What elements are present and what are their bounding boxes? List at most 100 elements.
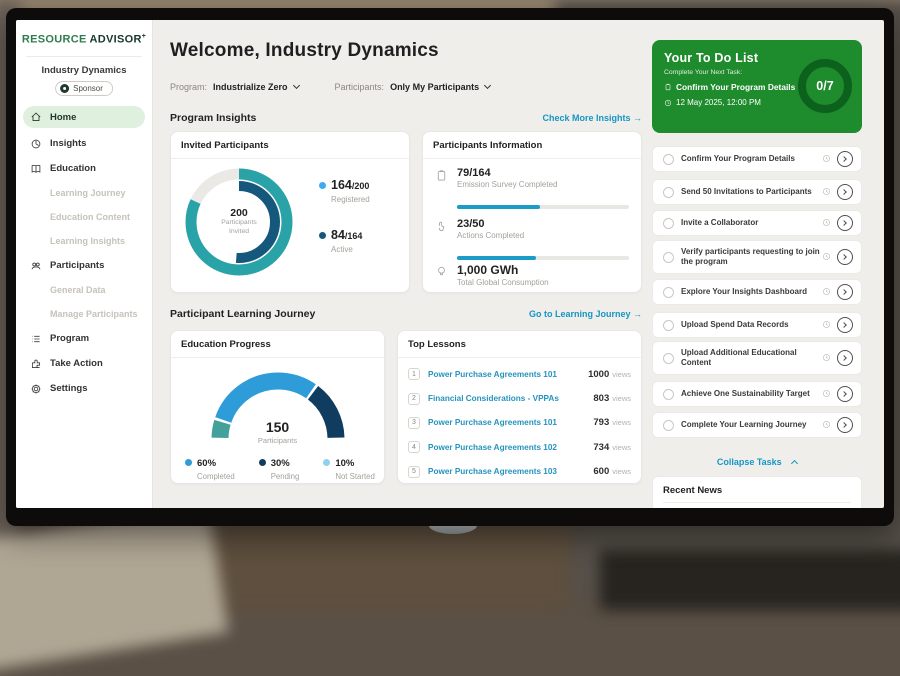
legend-value: 30% bbox=[271, 458, 290, 469]
todo-item-label: Invite a Collaborator bbox=[681, 218, 822, 228]
open-task-button[interactable] bbox=[837, 317, 853, 333]
open-task-button[interactable] bbox=[837, 249, 853, 265]
clock-icon bbox=[822, 385, 831, 403]
rank-badge: 2 bbox=[408, 393, 420, 405]
puzzle-icon bbox=[30, 358, 42, 370]
todo-item-label: Explore Your Insights Dashboard bbox=[681, 287, 822, 297]
link-label: Check More Insights bbox=[542, 113, 630, 123]
sidebar-item-take-action[interactable]: Take Action bbox=[16, 351, 152, 376]
sidebar-item-program[interactable]: Program bbox=[16, 326, 152, 351]
lesson-link[interactable]: Power Purchase Agreements 103 bbox=[428, 467, 593, 476]
todo-item-label: Achieve One Sustainability Target bbox=[681, 389, 822, 399]
education-progress-card: Education Progress 150 Participants 60% … bbox=[170, 330, 385, 484]
chevron-up-icon bbox=[791, 460, 798, 467]
check-more-insights-link[interactable]: Check More Insights → bbox=[542, 113, 642, 123]
todo-progress-ring: 0/7 bbox=[798, 59, 852, 113]
sponsor-badge[interactable]: Sponsor bbox=[55, 81, 113, 96]
program-insights-header: Program Insights Check More Insights → bbox=[170, 112, 642, 124]
clock-icon bbox=[664, 99, 672, 107]
legend-item-completed: 60% Completed bbox=[185, 453, 235, 481]
collapse-tasks-link[interactable]: Collapse Tasks bbox=[652, 452, 862, 470]
views-count: 734 bbox=[593, 442, 609, 453]
todo-item[interactable]: Upload Spend Data Records bbox=[652, 312, 862, 338]
todo-item[interactable]: Invite a Collaborator bbox=[652, 210, 862, 236]
lesson-link[interactable]: Financial Considerations - VPPAs bbox=[428, 394, 593, 403]
lesson-link[interactable]: Power Purchase Agreements 101 bbox=[428, 418, 593, 427]
open-task-button[interactable] bbox=[837, 215, 853, 231]
logo-plus: + bbox=[142, 33, 146, 40]
lesson-link[interactable]: Power Purchase Agreements 102 bbox=[428, 443, 593, 452]
clock-icon bbox=[822, 183, 831, 201]
lesson-row: 3 Power Purchase Agreements 101 793 view… bbox=[398, 411, 641, 435]
todo-item[interactable]: Confirm Your Program Details bbox=[652, 146, 862, 172]
sidebar-item-insights[interactable]: Insights bbox=[16, 131, 152, 156]
next-task-label: Confirm Your Program Details bbox=[676, 82, 795, 92]
checkbox[interactable] bbox=[663, 389, 674, 400]
open-task-button[interactable] bbox=[837, 350, 853, 366]
chevron-down-icon bbox=[484, 82, 491, 89]
checkbox[interactable] bbox=[663, 218, 674, 229]
todo-panel: Your To Do List Complete Your Next Task:… bbox=[652, 20, 862, 508]
legend-dot bbox=[319, 182, 326, 189]
arrow-right-icon: → bbox=[633, 113, 642, 123]
info-value: 1,000 GWh bbox=[457, 263, 629, 277]
participants-select[interactable]: Participants:Only My Participants bbox=[335, 82, 491, 92]
rank-badge: 1 bbox=[408, 368, 420, 380]
donut-center-label: 200 Participants Invited bbox=[181, 164, 297, 280]
todo-item[interactable]: Verify participants requesting to join t… bbox=[652, 240, 862, 274]
sidebar-item-home[interactable]: Home bbox=[23, 106, 145, 128]
lesson-row: 1 Power Purchase Agreements 101 1000 vie… bbox=[398, 362, 641, 386]
todo-summary-card: Your To Do List Complete Your Next Task:… bbox=[652, 40, 862, 133]
lesson-row: 4 Power Purchase Agreements 102 734 view… bbox=[398, 435, 641, 459]
checkbox[interactable] bbox=[663, 187, 674, 198]
clipboard-icon bbox=[435, 169, 448, 182]
monitor-bezel: RESOURCE ADVISOR+ Industry Dynamics Spon… bbox=[6, 8, 894, 526]
open-task-button[interactable] bbox=[837, 151, 853, 167]
todo-item-label: Complete Your Learning Journey bbox=[681, 420, 822, 430]
open-task-button[interactable] bbox=[837, 386, 853, 402]
clock-icon bbox=[822, 248, 831, 266]
lesson-link[interactable]: Power Purchase Agreements 101 bbox=[428, 370, 588, 379]
dashboard-screen: RESOURCE ADVISOR+ Industry Dynamics Spon… bbox=[16, 20, 884, 508]
section-heading: Participant Learning Journey bbox=[170, 308, 315, 320]
sidebar-item-education[interactable]: Education bbox=[16, 156, 152, 181]
sidebar-item-label: Manage Participants bbox=[50, 309, 138, 319]
recent-news-title: Recent News bbox=[653, 477, 861, 502]
sidebar-item-learning-journey[interactable]: Learning Journey bbox=[16, 181, 152, 205]
rank-badge: 3 bbox=[408, 417, 420, 429]
sidebar-item-manage-participants[interactable]: Manage Participants bbox=[16, 302, 152, 326]
todo-item-label: Verify participants requesting to join t… bbox=[681, 247, 822, 268]
actions-progress-bar bbox=[457, 256, 629, 260]
top-lessons-card: Top Lessons 1 Power Purchase Agreements … bbox=[397, 330, 642, 484]
program-label: Program: bbox=[170, 82, 207, 92]
checkbox[interactable] bbox=[663, 154, 674, 165]
logo-advisor: ADVISOR bbox=[90, 34, 142, 46]
checkbox[interactable] bbox=[663, 287, 674, 298]
open-task-button[interactable] bbox=[837, 184, 853, 200]
sidebar-item-settings[interactable]: Settings bbox=[16, 376, 152, 401]
program-select[interactable]: Program:Industrialize Zero bbox=[170, 82, 299, 92]
todo-item[interactable]: Send 50 Invitations to Participants bbox=[652, 179, 862, 205]
open-task-button[interactable] bbox=[837, 417, 853, 433]
sidebar-item-label: Participants bbox=[50, 260, 104, 271]
legend-dot bbox=[259, 459, 266, 466]
legend-item-active: 84/164 Active bbox=[319, 226, 370, 254]
sidebar-item-learning-insights[interactable]: Learning Insights bbox=[16, 229, 152, 253]
open-task-button[interactable] bbox=[837, 284, 853, 300]
sidebar-item-education-content[interactable]: Education Content bbox=[16, 205, 152, 229]
legend-total: /164 bbox=[345, 231, 363, 241]
go-to-learning-journey-link[interactable]: Go to Learning Journey → bbox=[529, 309, 642, 319]
todo-item[interactable]: Complete Your Learning Journey bbox=[652, 412, 862, 438]
participants-information-card: Participants Information 79/164 Emission… bbox=[422, 131, 642, 293]
checkbox[interactable] bbox=[663, 353, 674, 364]
checkbox[interactable] bbox=[663, 320, 674, 331]
views-suffix: views bbox=[612, 418, 631, 427]
checkbox[interactable] bbox=[663, 252, 674, 263]
todo-item[interactable]: Explore Your Insights Dashboard bbox=[652, 279, 862, 305]
todo-item[interactable]: Upload Additional Educational Content bbox=[652, 341, 862, 375]
sidebar-item-participants[interactable]: Participants bbox=[16, 253, 152, 278]
sidebar-item-general-data[interactable]: General Data bbox=[16, 278, 152, 302]
legend-value: 84 bbox=[331, 228, 345, 242]
checkbox[interactable] bbox=[663, 420, 674, 431]
todo-item[interactable]: Achieve One Sustainability Target bbox=[652, 381, 862, 407]
